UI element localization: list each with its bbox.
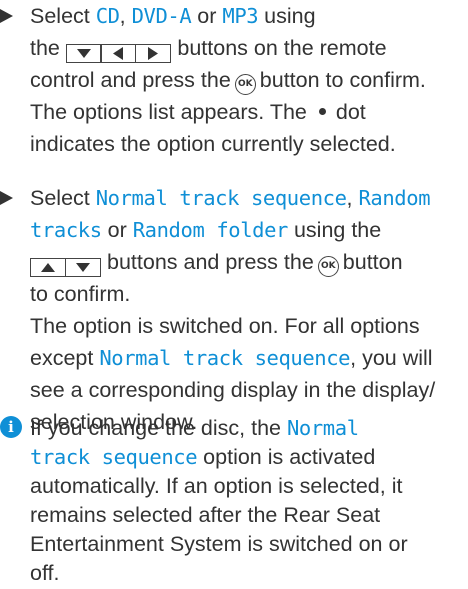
option-random-tracks-part2: tracks (30, 218, 102, 242)
step2-line7: see a corresponding display in the displ… (30, 378, 436, 402)
note-line3: automatically. If an option is selected,… (30, 474, 403, 498)
up-arrow-icon (30, 257, 66, 277)
step2-line5: The option is switched on. For all optio… (30, 314, 420, 338)
step2-line3: buttons and press the OK button (30, 246, 403, 282)
step1-line2: the buttons on the remote (30, 32, 387, 68)
option-normal-track-sequence: Normal track sequence (99, 346, 351, 370)
note-line6: off. (30, 561, 60, 585)
option-track-sequence-part2: track sequence (30, 445, 198, 469)
ok-button-icon: OK (234, 74, 256, 95)
ok-button-icon: OK (317, 256, 339, 277)
option-random-tracks-part1: Random (358, 186, 431, 210)
note-line1: If you change the disc, the Normal (30, 416, 359, 440)
step2-line2: tracks or Random folder using the (30, 218, 382, 242)
step1-line4: The options list appears. The dot (30, 100, 366, 124)
step2-line6: except Normal track sequence, you will (30, 346, 433, 370)
step-bullet-icon (0, 191, 13, 205)
down-arrow-icon (65, 43, 102, 63)
step2-line4: to confirm. (30, 282, 131, 306)
option-random-folder: Random folder (132, 218, 289, 242)
step1-line5: indicates the option currently selected. (30, 132, 396, 156)
option-normal-track-sequence: Normal track sequence (95, 186, 347, 210)
info-icon: i (0, 416, 22, 438)
note-line2: track sequence option is activated (30, 445, 376, 469)
option-normal-part1: Normal (286, 416, 359, 440)
bullet-dot-icon (318, 108, 326, 115)
step1-line1: Select CD, DVD-A or MP3 using (30, 4, 316, 28)
option-mp3: MP3 (222, 4, 259, 28)
step1-line3: control and press the OK button to confirm… (30, 64, 426, 96)
option-cd: CD (95, 4, 120, 28)
left-arrow-icon (100, 43, 137, 63)
right-arrow-icon (134, 43, 171, 63)
option-dvd-a: DVD-A (131, 4, 192, 28)
instruction-page: Select CD, DVD-A or MP3 using the buttons… (0, 0, 468, 586)
down-arrow-icon (64, 257, 101, 277)
step2-line1: Select Normal track sequence, Random (30, 186, 431, 210)
step-bullet-icon (0, 9, 13, 23)
note-line4: remains selected after the Rear Seat (30, 503, 381, 527)
note-line5: Entertainment System is switched on or (30, 532, 408, 556)
